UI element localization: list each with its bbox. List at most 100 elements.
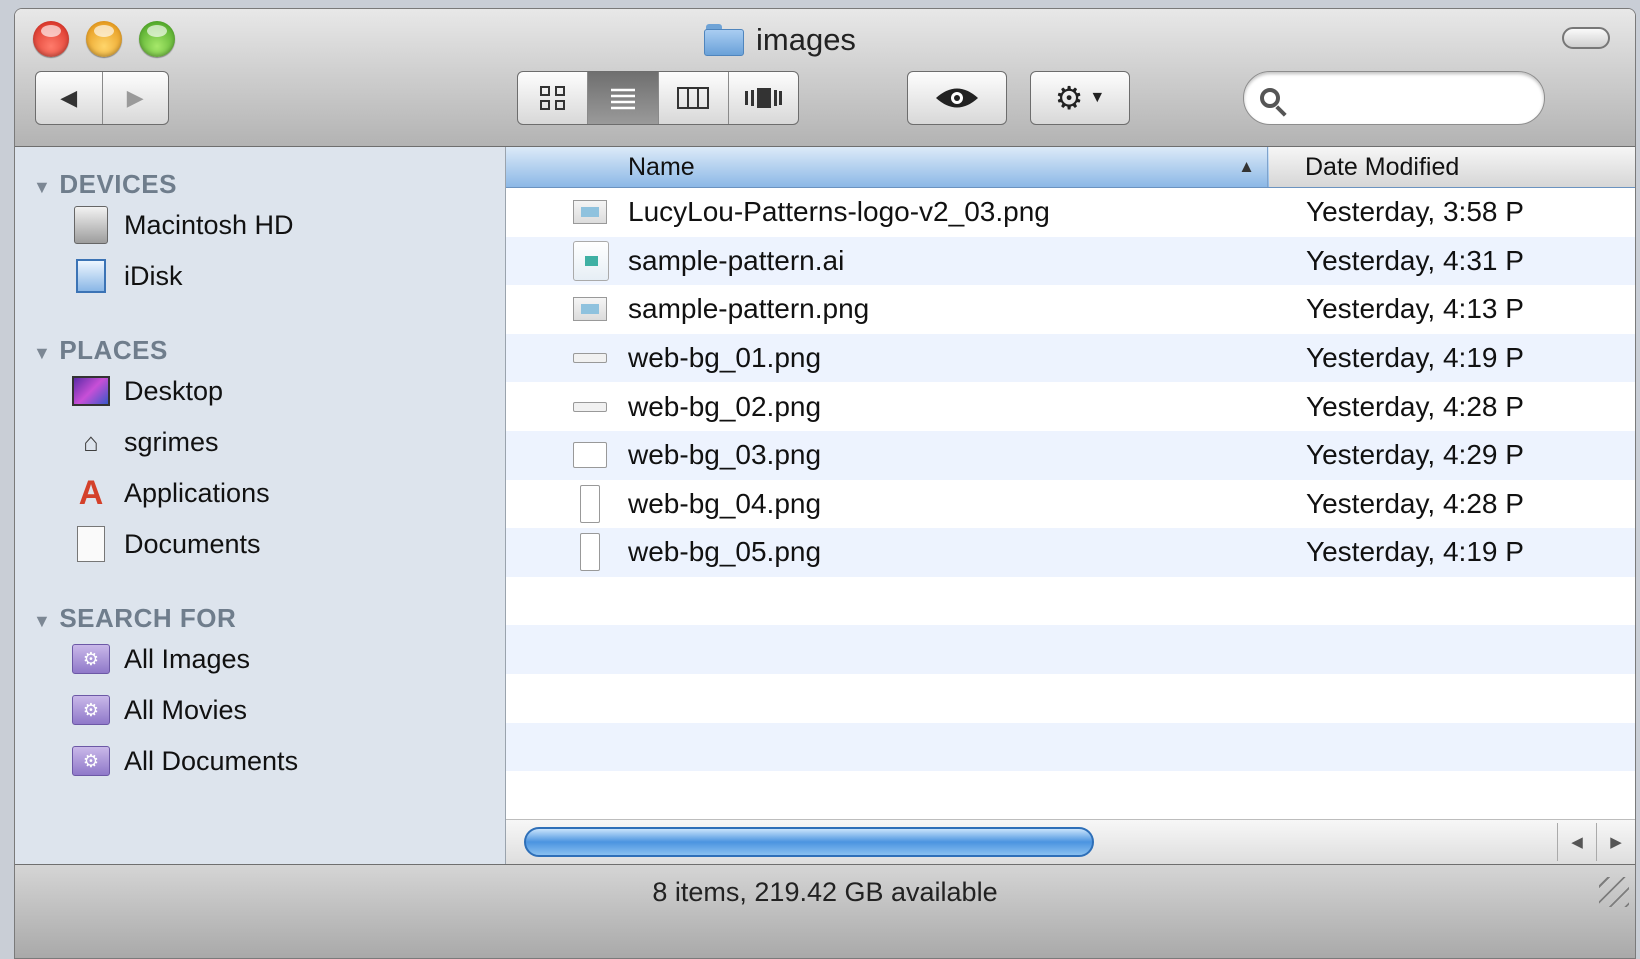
sidebar-item-label: All Images xyxy=(124,643,251,674)
column-view-icon xyxy=(677,87,710,109)
horizontal-scrollbar[interactable]: ◀ ▶ xyxy=(506,819,1635,864)
toolbar-toggle-button[interactable] xyxy=(1562,27,1610,49)
sidebar-item-all-documents[interactable]: ⚙ All Documents xyxy=(72,739,298,783)
file-row[interactable]: web-bg_04.png Yesterday, 4:28 P xyxy=(506,479,1635,529)
minimize-button[interactable] xyxy=(86,21,122,57)
sidebar-item-documents[interactable]: Documents xyxy=(72,522,261,566)
view-mode-segment xyxy=(517,71,799,125)
zoom-button[interactable] xyxy=(139,21,175,57)
png-file-icon xyxy=(580,533,600,572)
column-header: Name ▲ Date Modified xyxy=(506,147,1635,188)
smart-folder-icon: ⚙ xyxy=(72,742,110,780)
documents-icon xyxy=(72,525,110,563)
file-date: Yesterday, 4:28 P xyxy=(1306,390,1524,422)
file-row[interactable]: sample-pattern.png Yesterday, 4:13 P xyxy=(506,285,1635,334)
file-date: Yesterday, 3:58 P xyxy=(1306,196,1524,228)
png-file-icon xyxy=(573,297,607,322)
action-menu-button[interactable]: ⚙ ▼ xyxy=(1030,71,1130,125)
list-view-icon xyxy=(610,88,635,110)
file-name: LucyLou-Patterns-logo-v2_03.png xyxy=(628,196,1050,228)
name-column-header[interactable]: Name ▲ xyxy=(506,147,1268,187)
file-row[interactable]: sample-pattern.ai Yesterday, 4:31 P xyxy=(506,236,1635,286)
png-file-icon xyxy=(573,442,607,469)
png-file-icon xyxy=(580,484,600,523)
hard-drive-icon xyxy=(72,206,110,244)
sidebar-item-idisk[interactable]: iDisk xyxy=(72,254,183,298)
sidebar-item-all-images[interactable]: ⚙ All Images xyxy=(72,637,250,681)
file-date: Yesterday, 4:28 P xyxy=(1306,487,1524,519)
search-field[interactable] xyxy=(1243,71,1545,125)
file-row[interactable]: LucyLou-Patterns-logo-v2_03.png Yesterda… xyxy=(506,188,1635,237)
file-name: web-bg_03.png xyxy=(628,439,822,471)
file-list: Name ▲ Date Modified LucyLou-Patterns-lo… xyxy=(506,147,1635,864)
left-arrow-icon: ◀ xyxy=(1571,834,1583,851)
sidebar: ▼ DEVICES Macintosh HD iDisk ▼ PLACES Desk… xyxy=(15,147,506,864)
file-row[interactable]: web-bg_05.png Yesterday, 4:19 P xyxy=(506,528,1635,577)
back-button[interactable]: ◀ xyxy=(36,72,103,124)
sidebar-item-applications[interactable]: A Applications xyxy=(72,471,270,515)
sidebar-section-devices[interactable]: ▼ DEVICES xyxy=(33,169,177,200)
nav-segment: ◀ ▶ xyxy=(35,71,169,125)
scrollbar-thumb[interactable] xyxy=(524,827,1094,857)
search-icon xyxy=(1260,88,1280,108)
file-row[interactable]: web-bg_01.png Yesterday, 4:19 P xyxy=(506,333,1635,383)
scroll-left-button[interactable]: ◀ xyxy=(1557,823,1596,861)
forward-arrow-icon: ▶ xyxy=(126,85,144,110)
sidebar-item-sgrimes[interactable]: ⌂ sgrimes xyxy=(72,420,219,464)
sidebar-item-label: Documents xyxy=(124,528,261,559)
quick-look-button[interactable] xyxy=(907,71,1007,125)
sidebar-item-label: All Movies xyxy=(124,694,248,725)
resize-grip-icon[interactable] xyxy=(1599,877,1629,907)
file-row[interactable]: web-bg_02.png Yesterday, 4:28 P xyxy=(506,382,1635,431)
idisk-icon xyxy=(72,257,110,295)
status-text: 8 items, 219.42 GB available xyxy=(652,877,998,907)
file-row[interactable]: web-bg_03.png Yesterday, 4:29 P xyxy=(506,430,1635,480)
list-view-button[interactable] xyxy=(588,72,659,124)
file-name: sample-pattern.ai xyxy=(628,244,845,276)
ai-file-icon xyxy=(573,240,609,281)
file-name: web-bg_02.png xyxy=(628,390,822,422)
sidebar-item-macintosh-hd[interactable]: Macintosh HD xyxy=(72,203,294,247)
column-label: Date Modified xyxy=(1305,152,1460,181)
file-name: sample-pattern.png xyxy=(628,293,870,325)
back-arrow-icon: ◀ xyxy=(60,85,78,110)
png-file-icon xyxy=(573,401,607,412)
finder-window: images ◀ ▶ ⚙ ▼ ▼ DEVICES Macintosh HD iD… xyxy=(14,8,1636,959)
cover-flow-button[interactable] xyxy=(729,72,798,124)
sidebar-item-all-movies[interactable]: ⚙ All Movies xyxy=(72,688,247,732)
file-name: web-bg_05.png xyxy=(628,536,822,568)
empty-row xyxy=(506,625,1635,674)
sidebar-section-places[interactable]: ▼ PLACES xyxy=(33,335,168,366)
close-button[interactable] xyxy=(33,21,69,57)
sidebar-item-label: iDisk xyxy=(124,260,183,291)
desktop-icon xyxy=(72,372,110,410)
file-date: Yesterday, 4:19 P xyxy=(1306,342,1524,374)
file-name: web-bg_04.png xyxy=(628,487,822,519)
gear-icon: ⚙ xyxy=(1054,80,1084,116)
window-title-area: images xyxy=(704,21,856,59)
date-modified-column-header[interactable]: Date Modified xyxy=(1269,147,1635,187)
empty-row xyxy=(506,576,1635,626)
sidebar-item-desktop[interactable]: Desktop xyxy=(72,369,223,413)
window-title: images xyxy=(756,22,856,57)
file-date: Yesterday, 4:31 P xyxy=(1306,244,1524,276)
search-input[interactable] xyxy=(1290,83,1524,113)
file-rows: LucyLou-Patterns-logo-v2_03.png Yesterda… xyxy=(506,188,1635,820)
toolbar: images ◀ ▶ ⚙ ▼ xyxy=(15,9,1635,147)
sort-ascending-icon: ▲ xyxy=(1238,157,1255,176)
sidebar-item-label: sgrimes xyxy=(124,426,219,457)
scroll-right-button[interactable]: ▶ xyxy=(1596,823,1635,861)
sidebar-item-label: All Documents xyxy=(124,745,299,776)
disclosure-triangle-icon: ▼ xyxy=(33,611,52,631)
eye-icon xyxy=(936,88,978,108)
sidebar-section-search-for[interactable]: ▼ SEARCH FOR xyxy=(33,603,236,634)
smart-folder-icon: ⚙ xyxy=(72,640,110,678)
png-file-icon xyxy=(573,353,607,364)
icon-view-button[interactable] xyxy=(518,72,589,124)
sidebar-item-label: Macintosh HD xyxy=(124,209,294,240)
file-date: Yesterday, 4:13 P xyxy=(1306,293,1524,325)
forward-button[interactable]: ▶ xyxy=(103,72,169,124)
column-view-button[interactable] xyxy=(659,72,729,124)
file-name: web-bg_01.png xyxy=(628,342,822,374)
sidebar-item-label: Applications xyxy=(124,477,270,508)
